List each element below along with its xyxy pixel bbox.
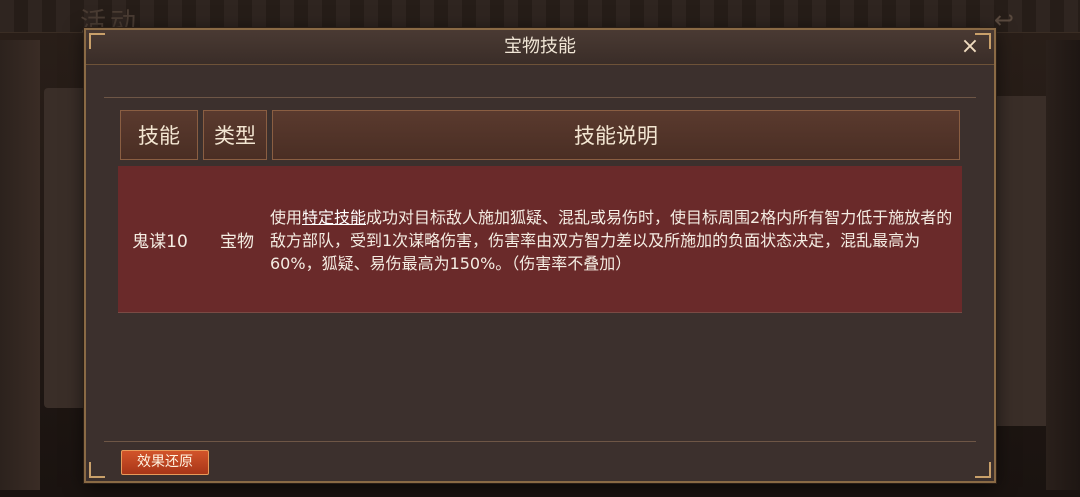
dialog-title: 宝物技能 (504, 36, 576, 57)
background-left-panel (44, 88, 86, 408)
content-bottom-divider (104, 441, 976, 442)
back-arrow-icon: ↩ (994, 6, 1015, 34)
column-header-type: 类型 (203, 110, 267, 160)
background-right-panel (996, 96, 1046, 426)
content-top-divider (104, 97, 976, 98)
skill-description-cell: 使用特定技能成功对目标敌人施加狐疑、混乱或易伤时，使目标周围2格内所有智力低于施… (270, 206, 958, 275)
effect-restore-button[interactable]: 效果还原 (121, 450, 209, 475)
background-left-strip (0, 40, 40, 490)
frame-corner-ornament (89, 33, 105, 49)
skill-type-cell: 宝物 (220, 231, 254, 252)
column-header-description: 技能说明 (272, 110, 960, 160)
table-row: 鬼谋10 宝物 使用特定技能成功对目标敌人施加狐疑、混乱或易伤时，使目标周围2格… (118, 166, 962, 313)
description-prefix: 使用 (270, 208, 303, 227)
column-header-skill: 技能 (120, 110, 198, 160)
skill-name-cell: 鬼谋10 (132, 231, 188, 252)
specific-skill-link[interactable]: 特定技能 (302, 208, 366, 227)
frame-corner-ornament (89, 462, 105, 478)
description-text: 成功对目标敌人施加狐疑、混乱或易伤时，使目标周围2格内所有智力低于施放者的敌方部… (270, 208, 953, 273)
frame-corner-ornament (975, 462, 991, 478)
background-right-strip (1046, 40, 1080, 490)
frame-corner-ornament (975, 33, 991, 49)
